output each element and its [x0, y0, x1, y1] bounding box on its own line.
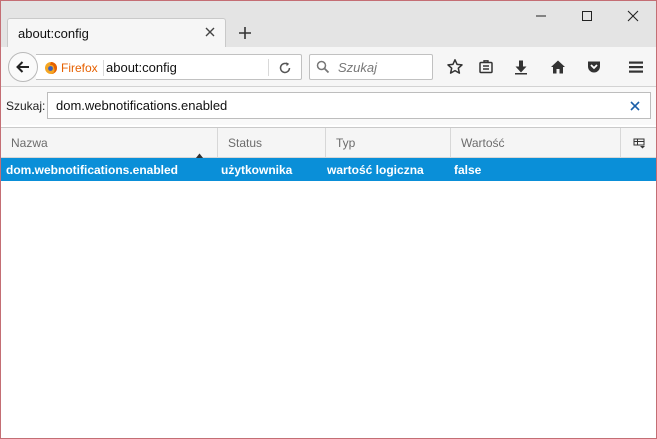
close-window-button[interactable]	[610, 1, 656, 31]
table-row[interactable]: dom.webnotifications.enabled użytkownika…	[1, 158, 656, 181]
config-search-label: Szukaj:	[6, 99, 46, 113]
search-icon	[316, 60, 330, 77]
row-name: dom.webnotifications.enabled	[6, 163, 179, 177]
home-icon	[551, 60, 565, 74]
home-button[interactable]	[547, 56, 569, 78]
column-picker-icon[interactable]	[621, 128, 656, 158]
minimize-button[interactable]	[518, 1, 564, 31]
tab-about-config[interactable]: about:config	[7, 18, 226, 47]
column-header-name-label: Nazwa	[11, 136, 48, 150]
bookmark-star-button[interactable]	[444, 56, 466, 78]
clear-icon[interactable]	[628, 99, 641, 112]
url-separator	[268, 59, 269, 76]
row-status: użytkownika	[221, 163, 293, 177]
reload-icon[interactable]	[276, 60, 294, 76]
star-icon	[447, 59, 463, 74]
title-bar: about:config	[1, 1, 656, 47]
downloads-button[interactable]	[510, 56, 532, 78]
config-search-box[interactable]	[47, 92, 651, 119]
config-search-input[interactable]	[56, 97, 616, 114]
identity-box[interactable]: Firefox	[44, 60, 104, 76]
column-header-type-label: Typ	[336, 136, 356, 150]
identity-label: Firefox	[61, 61, 98, 75]
tab-title: about:config	[18, 26, 89, 41]
menu-icon	[629, 61, 643, 73]
row-value: false	[454, 163, 482, 177]
pocket-icon	[588, 61, 600, 73]
config-search-row: Szukaj:	[1, 87, 656, 125]
new-tab-button[interactable]	[234, 23, 256, 43]
column-header-status-label: Status	[228, 136, 263, 150]
column-header-value-label: Wartość	[461, 136, 505, 150]
column-header-value[interactable]: Wartość	[451, 128, 621, 158]
column-header-status[interactable]: Status	[218, 128, 326, 158]
search-placeholder: Szukaj	[338, 60, 378, 75]
back-arrow-icon	[16, 61, 29, 73]
tab-close-icon[interactable]	[202, 24, 218, 40]
download-icon	[515, 60, 527, 75]
navigation-toolbar: Firefox about:config Szukaj	[1, 47, 656, 87]
pocket-button[interactable]	[583, 56, 605, 78]
search-bar[interactable]: Szukaj	[309, 54, 433, 80]
reading-list-button[interactable]	[475, 56, 497, 78]
menu-button[interactable]	[625, 56, 647, 78]
url-text[interactable]: about:config	[106, 60, 177, 75]
browser-window: about:config Firefox about:config Szukaj…	[0, 0, 657, 439]
reading-list-icon	[479, 60, 493, 74]
tree-header: Nazwa Status Typ Wartość	[1, 128, 656, 159]
column-header-type[interactable]: Typ	[326, 128, 451, 158]
maximize-button[interactable]	[564, 1, 610, 31]
url-bar[interactable]: Firefox about:config	[36, 54, 302, 80]
back-button[interactable]	[8, 52, 38, 82]
firefox-logo-icon	[45, 62, 57, 74]
column-header-name[interactable]: Nazwa	[1, 128, 218, 159]
row-type: wartość logiczna	[327, 163, 424, 177]
preferences-tree[interactable]: Nazwa Status Typ Wartość dom.webnotifica…	[1, 127, 656, 438]
